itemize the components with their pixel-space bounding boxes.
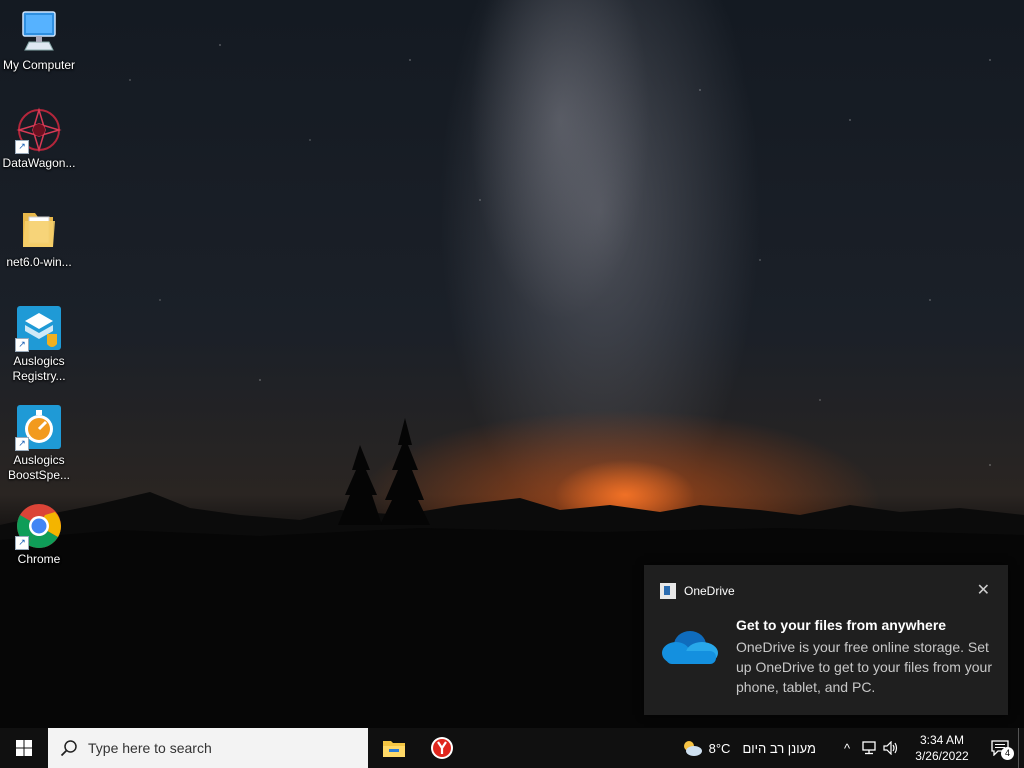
system-tray: 8°C מעונן רב היום ^ 3:34 AM 3/26/2022 4 [681,728,1024,768]
weather-widget[interactable]: 8°C מעונן רב היום [681,739,816,757]
desktop-icon-label: Auslogics Registry... [12,354,66,383]
desktop-icon-my-computer[interactable]: My Computer [2,8,76,73]
network-icon[interactable] [858,741,880,755]
volume-icon[interactable] [880,741,902,755]
desktop-icon-label: Chrome [17,552,61,566]
desktop-icon-label: Auslogics BoostSpe... [7,453,71,482]
file-explorer-icon [383,741,405,757]
desktop-icon-datawagon[interactable]: ↗ DataWagon... [2,106,76,171]
search-placeholder: Type here to search [88,740,212,756]
desktop-icon-label: DataWagon... [2,156,76,170]
notification-count-badge: 4 [1001,747,1014,760]
clock-time: 3:34 AM [919,733,965,747]
datawagon-icon: ↗ [15,106,63,154]
onedrive-toast-notification[interactable]: OneDrive ✕ Get to your files from anywhe… [644,565,1008,715]
taskbar-file-explorer[interactable] [370,728,418,768]
folder-icon [15,205,63,253]
weather-temperature: 8°C [708,740,731,756]
desktop-icon-auslogics-registry[interactable]: ↗ Auslogics Registry... [2,304,76,384]
action-center-button[interactable]: 4 [982,740,1018,760]
desktop-icon-auslogics-boostspeed[interactable]: ↗ Auslogics BoostSpe... [2,403,76,483]
taskbar-search-box[interactable]: Type here to search [48,728,368,768]
weather-description: מעונן רב היום [742,740,816,756]
partly-cloudy-icon [683,741,702,756]
toast-app-header: OneDrive [660,583,735,599]
close-icon[interactable]: ✕ [977,580,990,600]
show-desktop-button[interactable] [1018,728,1024,768]
shortcut-arrow-icon: ↗ [15,140,29,154]
desktop-icon-label: My Computer [2,58,76,72]
yandex-browser-icon [431,737,453,759]
toast-title: Get to your files from anywhere [736,617,947,633]
search-icon [60,740,77,757]
taskbar-yandex-browser[interactable] [418,728,466,768]
desktop-icon-chrome[interactable]: ↗ Chrome [2,502,76,567]
onedrive-cloud-icon [660,627,720,667]
taskbar: Type here to search 8°C מעונן רב היום ^ [0,728,1024,768]
shortcut-arrow-icon: ↗ [15,338,29,352]
auslogics-boostspeed-icon: ↗ [15,403,63,451]
onedrive-app-icon [660,583,676,599]
shortcut-arrow-icon: ↗ [15,437,29,451]
shortcut-arrow-icon: ↗ [15,536,29,550]
windows-logo-icon [16,740,32,756]
desktop-icon-net6-folder[interactable]: net6.0-win... [2,205,76,270]
toast-app-name: OneDrive [684,584,735,598]
clock[interactable]: 3:34 AM 3/26/2022 [908,732,976,764]
chevron-up-icon[interactable]: ^ [836,741,858,756]
start-button[interactable] [0,728,48,768]
toast-body: OneDrive is your free online storage. Se… [736,639,992,695]
chrome-icon: ↗ [15,502,63,550]
desktop-icon-label: net6.0-win... [6,255,72,269]
auslogics-registry-icon: ↗ [15,304,63,352]
computer-icon [15,8,63,56]
clock-date: 3/26/2022 [915,749,969,763]
